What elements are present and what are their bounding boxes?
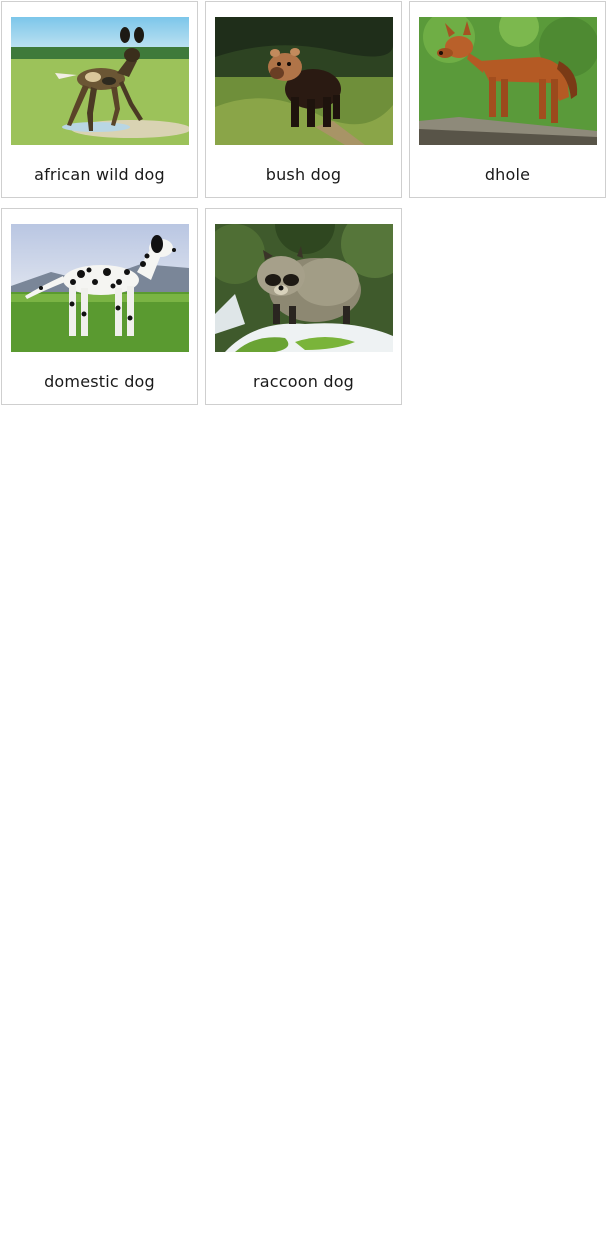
card-caption: dhole [484, 165, 531, 184]
card-raccoon-dog[interactable]: raccoon dog [205, 208, 402, 405]
raccoon-dog-photo [215, 224, 393, 352]
african-wild-dog-photo [11, 17, 189, 145]
dhole-photo [419, 17, 597, 145]
card-domestic-dog[interactable]: domestic dog [1, 208, 198, 405]
bush-dog-photo [215, 17, 393, 145]
card-african-wild-dog[interactable]: african wild dog [1, 1, 198, 198]
dalmatian-photo [11, 224, 189, 352]
card-caption: domestic dog [44, 372, 155, 391]
card-caption: raccoon dog [252, 372, 355, 391]
card-bush-dog[interactable]: bush dog [205, 1, 402, 198]
card-caption: bush dog [265, 165, 342, 184]
card-caption: african wild dog [34, 165, 165, 184]
card-dhole[interactable]: dhole [409, 1, 606, 198]
